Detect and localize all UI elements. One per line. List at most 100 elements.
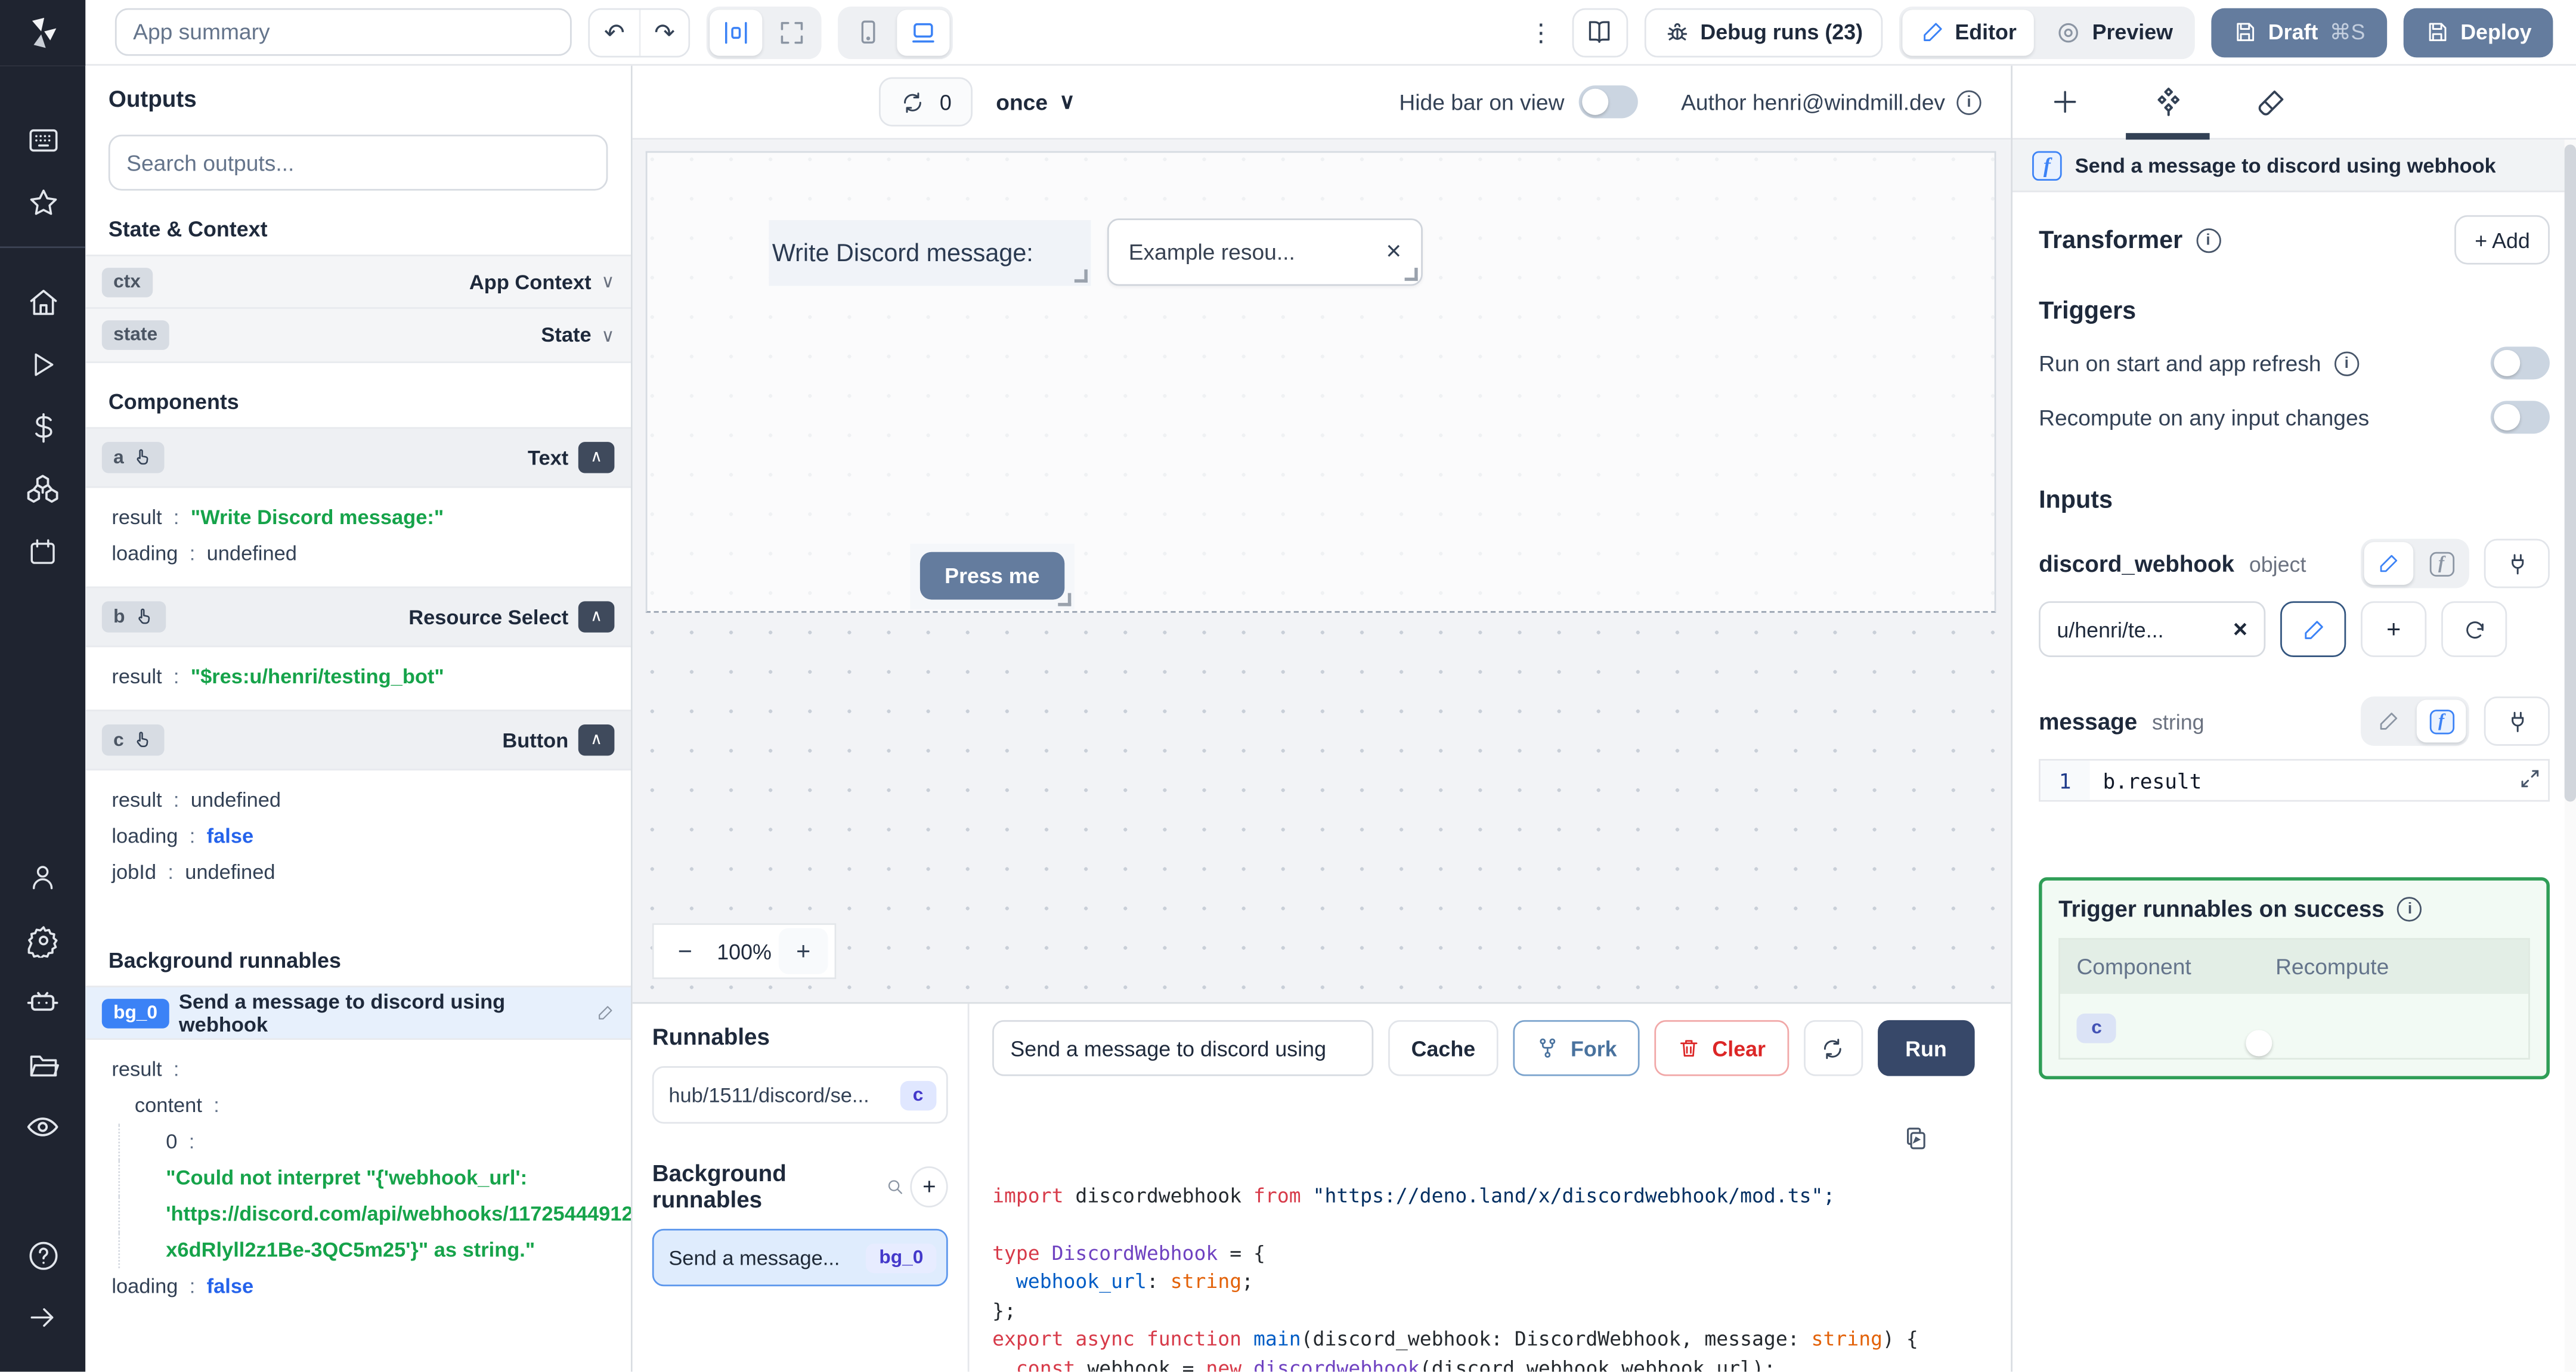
run-button[interactable]: Run (1877, 1020, 1975, 1077)
press-me-button[interactable]: Press me (919, 552, 1064, 600)
add-resource-button[interactable]: + (2361, 601, 2427, 658)
users-icon[interactable] (0, 846, 85, 909)
runnable-name-input[interactable] (992, 1020, 1374, 1077)
clear-selection-icon[interactable]: × (1386, 237, 1401, 267)
mobile-preview-button[interactable] (841, 9, 894, 55)
add-transformer-button[interactable]: + Add (2455, 215, 2550, 265)
refresh-mode-dropdown[interactable]: once ∨ (996, 89, 1075, 115)
collapse-button[interactable]: ∧ (578, 601, 615, 633)
scrollbar-thumb[interactable] (2564, 144, 2576, 802)
resize-handle[interactable] (1074, 269, 1088, 283)
search-icon[interactable] (885, 1176, 904, 1197)
chevron-down-icon[interactable]: ∨ (601, 271, 614, 292)
info-icon[interactable]: i (1956, 89, 1981, 114)
workers-robot-icon[interactable] (0, 971, 85, 1034)
audit-eye-icon[interactable] (0, 1096, 85, 1159)
tab-preview[interactable]: Preview (2038, 9, 2191, 55)
copy-icon[interactable] (1902, 1126, 1928, 1152)
eval-mode-button[interactable]: f (2416, 699, 2466, 743)
help-icon[interactable] (0, 1224, 85, 1287)
search-outputs-input[interactable] (108, 134, 608, 191)
runnable-item-c[interactable]: hub/1511/discord/se... c (652, 1066, 948, 1125)
settings-gear-icon[interactable] (0, 909, 85, 971)
app-sheet[interactable]: Write Discord message: Example resou... … (645, 151, 1996, 613)
full-width-layout-button[interactable] (766, 9, 818, 55)
ctx-label: App Context (469, 270, 592, 293)
info-icon[interactable]: i (2397, 896, 2423, 921)
tab-editor[interactable]: Editor (1902, 9, 2035, 55)
zoom-out-button[interactable]: − (661, 928, 710, 974)
scrollbar[interactable] (2564, 140, 2576, 1372)
run-on-start-toggle[interactable] (2490, 346, 2550, 380)
bg0-runnable-row[interactable]: bg_0 Send a message to discord using web… (85, 986, 631, 1040)
more-menu-button[interactable]: ⋮ (1526, 17, 1556, 47)
text-component-a[interactable]: Write Discord message: (769, 220, 1091, 286)
recompute-on-change-toggle[interactable] (2490, 401, 2550, 434)
resize-handle[interactable] (1404, 268, 1418, 281)
input-message-name: message (2039, 708, 2138, 735)
code-editor[interactable]: import discordwebhook from "https://deno… (992, 1096, 2011, 1372)
component-a-header[interactable]: a Text ∧ (85, 427, 631, 488)
expression-value: b.result (2103, 768, 2202, 793)
folders-icon[interactable] (0, 1033, 85, 1096)
tab-component-settings[interactable] (2116, 66, 2220, 140)
clear-resource-icon[interactable]: × (2233, 615, 2247, 643)
info-icon[interactable]: i (2196, 227, 2221, 252)
tab-insert-component[interactable] (2012, 66, 2116, 138)
favorites-star-icon[interactable] (0, 171, 85, 234)
usage-dollar-icon[interactable] (0, 396, 85, 459)
message-expression-editor[interactable]: 1 b.result (2039, 758, 2550, 802)
resource-select-component-b[interactable]: Example resou... × (1107, 218, 1423, 286)
apps-icon[interactable] (0, 109, 85, 171)
collapse-button[interactable]: ∧ (578, 724, 615, 756)
connect-input-button[interactable] (2484, 538, 2550, 589)
redo-button[interactable]: ↷ (639, 9, 689, 55)
component-b-header[interactable]: b Resource Select ∧ (85, 586, 631, 648)
expand-icon[interactable] (2519, 767, 2542, 791)
app-canvas[interactable]: Write Discord message: Example resou... … (632, 140, 2011, 1003)
home-icon[interactable] (0, 271, 85, 334)
deploy-button[interactable]: Deploy (2402, 7, 2553, 57)
desktop-preview-button[interactable] (897, 9, 950, 55)
chevron-down-icon[interactable]: ∨ (601, 324, 614, 346)
runnable-item-bg0[interactable]: Send a message... bg_0 (652, 1229, 948, 1287)
static-mode-button[interactable] (2364, 700, 2414, 743)
schedules-calendar-icon[interactable] (0, 521, 85, 583)
state-row[interactable]: state State ∨ (85, 308, 631, 363)
resource-picker[interactable]: u/henri/te... × (2039, 601, 2266, 658)
resize-handle[interactable] (1058, 593, 1072, 606)
resources-cubes-icon[interactable] (0, 459, 85, 521)
centered-layout-button[interactable] (710, 9, 763, 55)
expand-sidebar-icon[interactable] (0, 1287, 85, 1349)
hide-bar-toggle[interactable] (1579, 85, 1639, 119)
runnable-bg0-badge: bg_0 (866, 1243, 937, 1273)
app-summary-input[interactable] (114, 8, 572, 56)
edit-resource-button[interactable] (2280, 601, 2346, 658)
clear-button[interactable]: Clear (1654, 1020, 1789, 1077)
canvas-toolbar: 0 once ∨ Hide bar on view Author henri@wi… (632, 66, 2011, 140)
zoom-in-button[interactable]: + (778, 928, 828, 975)
refresh-resource-button[interactable] (2441, 601, 2507, 658)
component-c-header[interactable]: c Button ∧ (85, 710, 631, 771)
cache-button[interactable]: Cache (1388, 1020, 1498, 1077)
refresh-count-button[interactable]: 0 (878, 77, 973, 127)
ctx-row[interactable]: ctx App Context ∨ (85, 255, 631, 309)
pencil-icon[interactable] (596, 1004, 614, 1021)
draft-button[interactable]: Draft ⌘S (2210, 7, 2387, 57)
undo-button[interactable]: ↶ (590, 9, 639, 55)
info-icon[interactable]: i (2334, 351, 2359, 376)
reload-script-button[interactable] (1803, 1020, 1863, 1077)
component-b-type: Resource Select (408, 605, 569, 628)
eval-mode-button[interactable]: f (2417, 542, 2466, 585)
windmill-logo[interactable] (0, 0, 86, 65)
connect-input-button[interactable] (2484, 696, 2550, 746)
static-mode-button[interactable] (2364, 542, 2414, 585)
runs-play-icon[interactable] (0, 333, 85, 396)
tab-styling[interactable] (2219, 66, 2323, 138)
fork-button[interactable]: Fork (1513, 1020, 1640, 1077)
debug-runs-button[interactable]: Debug runs (23) (1644, 7, 1883, 57)
docs-book-icon[interactable] (1572, 7, 1628, 57)
collapse-button[interactable]: ∧ (578, 442, 615, 473)
add-background-runnable-button[interactable]: + (911, 1166, 948, 1207)
bug-icon (1667, 22, 1688, 40)
